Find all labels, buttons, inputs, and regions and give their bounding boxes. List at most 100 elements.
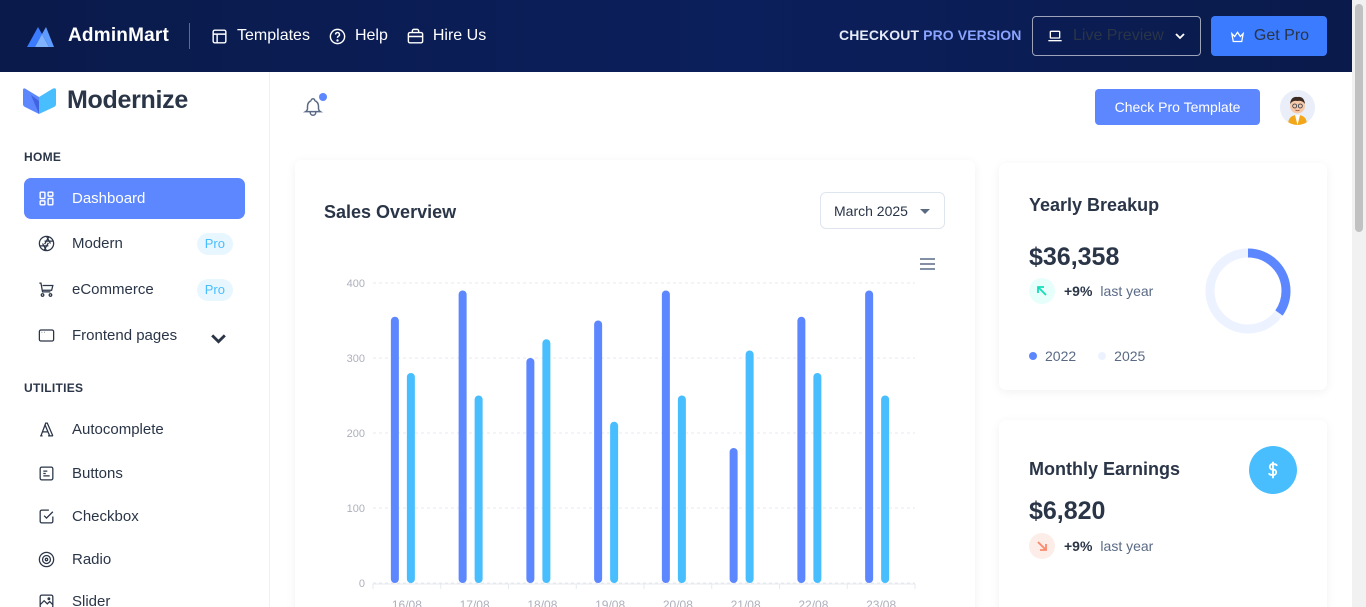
- modernize-logo-icon: [23, 87, 56, 114]
- y-tick-label: 400: [347, 278, 365, 290]
- hire-us-link-label: Hire Us: [432, 27, 487, 44]
- get-pro-label: Get Pro: [1253, 27, 1310, 44]
- sidebar-item-autocomplete[interactable]: Autocomplete: [24, 409, 245, 450]
- list-details-icon: [39, 466, 54, 481]
- x-tick-label: 18/08: [527, 598, 557, 607]
- sidebar: Modernize HOME Dashboard Modern Pro eCom…: [0, 72, 270, 607]
- bar-series-1: [661, 290, 670, 583]
- bar-series-1: [797, 316, 806, 583]
- templates-link[interactable]: Templates: [210, 27, 310, 46]
- page-scrollbar[interactable]: [1352, 0, 1366, 607]
- yearly-pct: +9%: [1064, 283, 1093, 299]
- help-link-label: Help: [354, 27, 388, 44]
- sidebar-item-label: Checkbox: [72, 508, 139, 525]
- monthly-pct: +9%: [1064, 538, 1093, 554]
- typography-icon: [40, 422, 54, 437]
- square-check-icon: [39, 509, 54, 524]
- chevron-down-icon: [1175, 33, 1185, 40]
- app-window-icon: [38, 329, 55, 342]
- legend-label: 2022: [1045, 348, 1077, 364]
- sidebar-item-ecommerce[interactable]: eCommerce Pro: [24, 269, 245, 310]
- notification-dot: [319, 93, 327, 101]
- get-pro-button[interactable]: Get Pro: [1211, 16, 1327, 56]
- briefcase-icon: [407, 28, 424, 44]
- monthly-trend: +9% last year: [1029, 533, 1153, 559]
- x-tick-label: 21/08: [731, 598, 761, 607]
- modernize-logo-text: Modernize: [67, 86, 188, 114]
- shopping-cart-icon: [39, 282, 54, 297]
- sidebar-item-frontend-pages[interactable]: Frontend pages: [24, 315, 245, 356]
- bar-series-2: [610, 421, 619, 583]
- sidebar-item-radio[interactable]: Radio: [24, 539, 245, 580]
- y-tick-label: 300: [347, 353, 365, 365]
- help-circle-icon: [329, 28, 346, 44]
- bar-series-1: [458, 290, 467, 583]
- photo-icon: [39, 594, 54, 607]
- sidebar-item-checkbox[interactable]: Checkbox: [24, 496, 245, 537]
- bar-series-2: [474, 395, 483, 583]
- x-tick-label: 20/08: [663, 598, 693, 607]
- dashboard-icon: [39, 191, 54, 206]
- y-tick-label: 200: [347, 428, 365, 440]
- legend-dot: [1029, 352, 1037, 360]
- y-tick-label: 100: [347, 503, 365, 515]
- checkout-pro-link[interactable]: CHECKOUT PRO VERSION: [839, 27, 1021, 43]
- bar-series-2: [406, 373, 415, 583]
- monthly-earnings-card: Monthly Earnings $6,820 +9% last year: [999, 420, 1327, 607]
- x-tick-label: 17/08: [460, 598, 490, 607]
- yearly-breakup-card: Yearly Breakup $36,358 +9% last year 202…: [999, 163, 1327, 390]
- adminmart-brand[interactable]: AdminMart: [24, 23, 169, 49]
- bar-series-2: [813, 373, 822, 583]
- help-link[interactable]: Help: [328, 27, 388, 46]
- dollar-badge: [1249, 446, 1297, 494]
- bar-series-1: [865, 290, 874, 583]
- sidebar-item-label: Buttons: [72, 465, 123, 482]
- modernize-logo[interactable]: Modernize: [22, 86, 188, 115]
- checkout-prefix: CHECKOUT: [839, 27, 920, 43]
- legend-item-2022: 2022: [1029, 348, 1076, 364]
- sidebar-item-modern[interactable]: Modern Pro: [24, 223, 245, 264]
- pro-badge: Pro: [196, 279, 233, 301]
- legend-item-2025: 2025: [1098, 348, 1145, 364]
- sidebar-item-label: Slider: [72, 593, 111, 607]
- yearly-trend: +9% last year: [1029, 278, 1153, 304]
- bar-series-2: [881, 395, 890, 583]
- bar-series-1: [594, 320, 603, 583]
- legend-label: 2025: [1114, 348, 1146, 364]
- live-preview-button[interactable]: Live Preview: [1032, 16, 1201, 56]
- sidebar-item-label: Dashboard: [72, 190, 146, 207]
- bar-series-2: [745, 350, 754, 583]
- monthly-amount: $6,820: [1029, 497, 1106, 525]
- y-tick-label: 0: [359, 578, 365, 590]
- yearly-period: last year: [1100, 283, 1154, 299]
- brand-name: AdminMart: [68, 25, 170, 46]
- hire-us-link[interactable]: Hire Us: [406, 27, 486, 46]
- sidebar-item-dashboard[interactable]: Dashboard: [24, 178, 245, 219]
- sidebar-item-buttons[interactable]: Buttons: [24, 453, 245, 494]
- sidebar-item-label: eCommerce: [72, 281, 154, 298]
- check-pro-template-button[interactable]: Check Pro Template: [1095, 89, 1260, 125]
- yearly-legend: 2022 2025: [1029, 348, 1167, 364]
- aperture-icon: [38, 235, 55, 252]
- sidebar-item-label: Modern: [72, 235, 123, 252]
- avatar[interactable]: [1280, 90, 1315, 125]
- home-section-label: HOME: [24, 150, 62, 164]
- templates-link-label: Templates: [237, 27, 310, 44]
- scrollbar-thumb[interactable]: [1355, 4, 1363, 232]
- chevron-down-icon[interactable]: [209, 329, 228, 348]
- monthly-period: last year: [1100, 538, 1154, 554]
- yearly-donut-chart: [1205, 248, 1291, 334]
- topbar-divider: [189, 23, 191, 49]
- adminmart-logo-icon: [27, 27, 54, 47]
- utilities-section-label: UTILITIES: [24, 381, 84, 395]
- x-tick-label: 23/08: [866, 598, 896, 607]
- trend-badge: [1029, 278, 1055, 304]
- crown-icon: [1230, 30, 1245, 42]
- arrow-up-left-icon: [1037, 286, 1047, 296]
- currency-dollar-icon: [1268, 461, 1278, 479]
- yearly-breakup-title: Yearly Breakup: [1029, 195, 1160, 215]
- pro-badge: Pro: [196, 233, 233, 255]
- sidebar-item-slider[interactable]: Slider: [24, 581, 245, 607]
- x-tick-label: 16/08: [392, 598, 422, 607]
- yearly-amount: $36,358: [1029, 243, 1120, 271]
